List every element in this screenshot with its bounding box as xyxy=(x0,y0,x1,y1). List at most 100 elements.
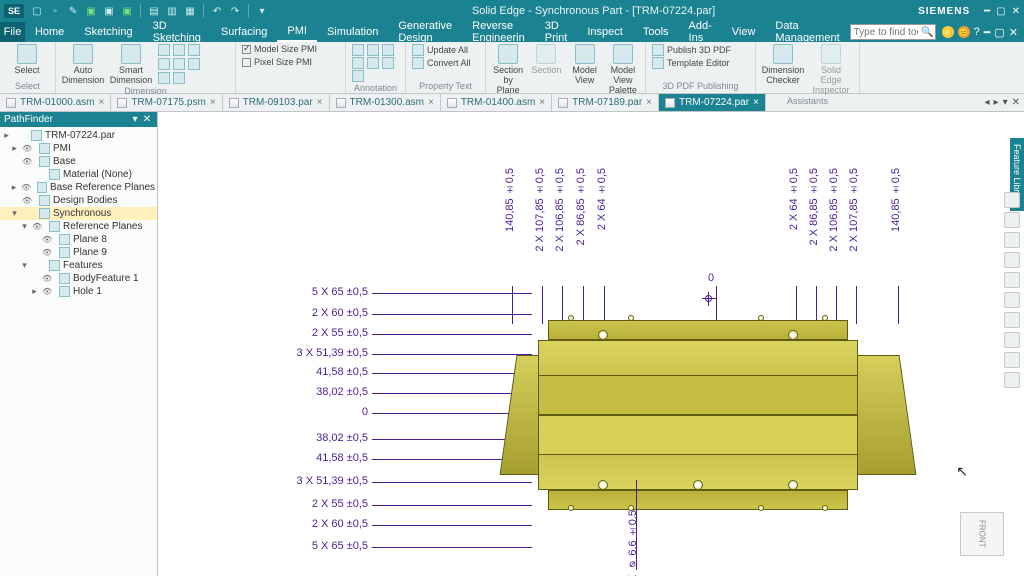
d8-icon[interactable] xyxy=(173,72,185,84)
menu-sketching[interactable]: Sketching xyxy=(74,22,142,42)
menu-addins[interactable]: Add-Ins xyxy=(679,22,722,42)
a6-icon[interactable] xyxy=(382,57,394,69)
tab-close-x-icon[interactable]: × xyxy=(646,97,652,108)
pathfinder-tree[interactable]: ▸TRM-07224.par▸👁PMI👁BaseMaterial (None)▸… xyxy=(0,127,157,300)
menu-file[interactable]: File xyxy=(0,22,25,42)
select-button[interactable]: Select xyxy=(6,44,48,75)
pf-node[interactable]: ▾Features xyxy=(0,259,157,272)
model-size-pmi-check[interactable]: Model Size PMI xyxy=(242,44,339,54)
search-icon[interactable]: 🔍 xyxy=(921,27,935,38)
twisty-icon[interactable]: ▸ xyxy=(10,143,19,154)
doc-tab[interactable]: TRM-01400.asm× xyxy=(441,94,552,111)
visibility-icon[interactable]: 👁 xyxy=(21,183,34,192)
pf-menu-icon[interactable]: ▾ xyxy=(129,114,141,125)
d7-icon[interactable] xyxy=(158,72,170,84)
d2-icon[interactable] xyxy=(173,44,185,56)
twisty-icon[interactable]: ▾ xyxy=(20,221,29,232)
pf-node[interactable]: 👁Plane 9 xyxy=(0,246,157,259)
a7-icon[interactable] xyxy=(352,70,364,82)
visibility-icon[interactable] xyxy=(32,261,46,270)
twisty-icon[interactable]: ▸ xyxy=(30,286,39,297)
a3-icon[interactable] xyxy=(382,44,394,56)
pf-node[interactable]: 👁Base xyxy=(0,155,157,168)
vtool-2[interactable] xyxy=(1004,212,1020,228)
vtool-6[interactable] xyxy=(1004,292,1020,308)
menu-pmi[interactable]: PMI xyxy=(277,22,317,42)
convert-all-button[interactable]: Convert All xyxy=(412,57,479,69)
twisty-icon[interactable]: ▾ xyxy=(20,260,29,271)
dimension-checker-button[interactable]: Dimension Checker xyxy=(762,44,804,85)
visibility-icon[interactable]: 👁 xyxy=(22,196,36,205)
visibility-icon[interactable]: 👁 xyxy=(42,248,56,257)
redo-icon[interactable]: ↷ xyxy=(228,4,242,18)
visibility-icon[interactable]: 👁 xyxy=(42,287,56,296)
a1-icon[interactable] xyxy=(352,44,364,56)
doc-tab[interactable]: TRM-07175.psm× xyxy=(111,94,222,111)
min2-icon[interactable]: ━ xyxy=(984,26,991,39)
twisty-icon[interactable]: ▸ xyxy=(10,182,18,193)
pathfinder-header[interactable]: PathFinder ▾ ✕ xyxy=(0,112,157,127)
tool-search[interactable]: 🔍 xyxy=(850,24,936,40)
tab-close-x-icon[interactable]: × xyxy=(210,97,216,108)
d4-icon[interactable] xyxy=(158,58,170,70)
emoji-happy-icon[interactable]: ☺ xyxy=(942,26,954,38)
search-input[interactable] xyxy=(851,27,921,38)
d6-icon[interactable] xyxy=(188,58,200,70)
menu-surfacing[interactable]: Surfacing xyxy=(211,22,277,42)
model-view-palette-button[interactable]: Model View Palette xyxy=(607,44,639,95)
pf-node[interactable]: ▸TRM-07224.par xyxy=(0,129,157,142)
menu-generative-design[interactable]: Generative Design xyxy=(388,22,462,42)
pixel-size-pmi-check[interactable]: Pixel Size PMI xyxy=(242,57,339,67)
close2-icon[interactable]: ✕ xyxy=(1009,26,1018,39)
doc-tab[interactable]: TRM-07189.par× xyxy=(552,94,659,111)
doc-tab[interactable]: TRM-01300.asm× xyxy=(330,94,441,111)
doc-tab[interactable]: TRM-07224.par× xyxy=(659,94,766,111)
pf-node[interactable]: 👁Design Bodies xyxy=(0,194,157,207)
emoji-neutral-icon[interactable]: 😐 xyxy=(958,26,970,38)
visibility-icon[interactable]: 👁 xyxy=(22,157,36,166)
model-view-button[interactable]: Model View xyxy=(569,44,601,85)
menu-tools[interactable]: Tools xyxy=(633,22,679,42)
doc-tab[interactable]: TRM-09103.par× xyxy=(223,94,330,111)
twisty-icon[interactable]: ▾ xyxy=(10,208,19,219)
pf-node[interactable]: ▾Synchronous xyxy=(0,207,157,220)
vtool-8[interactable] xyxy=(1004,332,1020,348)
vtool-3[interactable] xyxy=(1004,232,1020,248)
close-icon[interactable]: ✕ xyxy=(1012,6,1020,17)
green3-icon[interactable]: ▣ xyxy=(120,4,134,18)
menu-3d-sketching[interactable]: 3D Sketching xyxy=(143,22,211,42)
doc-tab[interactable]: TRM-01000.asm× xyxy=(0,94,111,111)
pf-node[interactable]: ▾👁Reference Planes xyxy=(0,220,157,233)
tab-close-x-icon[interactable]: × xyxy=(428,97,434,108)
menu-reverse-engineering[interactable]: Reverse Engineerin xyxy=(462,22,535,42)
pf-close-icon[interactable]: ✕ xyxy=(141,114,153,125)
vtool-9[interactable] xyxy=(1004,352,1020,368)
menu-inspect[interactable]: Inspect xyxy=(577,22,632,42)
visibility-icon[interactable] xyxy=(22,209,36,218)
update-all-button[interactable]: Update All xyxy=(412,44,479,56)
section-button[interactable]: Section xyxy=(530,44,562,75)
view-cube[interactable]: FRONT xyxy=(960,512,1004,556)
green2-icon[interactable]: ▣ xyxy=(102,4,116,18)
tab-next-icon[interactable]: ▸ xyxy=(994,97,999,108)
menu-home[interactable]: Home xyxy=(25,22,74,42)
d5-icon[interactable] xyxy=(173,58,185,70)
tab-prev-icon[interactable]: ◂ xyxy=(985,97,990,108)
pf-node[interactable]: 👁BodyFeature 1 xyxy=(0,272,157,285)
visibility-icon[interactable]: 👁 xyxy=(42,274,56,283)
menu-3d-print[interactable]: 3D Print xyxy=(535,22,578,42)
tab-close-icon[interactable]: ✕ xyxy=(1012,97,1020,108)
save-icon[interactable]: ✎ xyxy=(66,4,80,18)
publish-3d-pdf-button[interactable]: Publish 3D PDF xyxy=(652,44,749,56)
tab-close-x-icon[interactable]: × xyxy=(539,97,545,108)
maximize-icon[interactable]: ▢ xyxy=(996,6,1005,17)
vtool-1[interactable] xyxy=(1004,192,1020,208)
tab-close-x-icon[interactable]: × xyxy=(98,97,104,108)
visibility-icon[interactable]: 👁 xyxy=(32,222,46,231)
vtool-4[interactable] xyxy=(1004,252,1020,268)
a4-icon[interactable] xyxy=(352,57,364,69)
auto-dimension-button[interactable]: Auto Dimension xyxy=(62,44,104,85)
viewport[interactable]: Feature Library 5 X 65 ±0,52 X 60 ±0,52 … xyxy=(158,112,1024,576)
pf-node[interactable]: Material (None) xyxy=(0,168,157,181)
more-icon[interactable]: ▾ xyxy=(255,4,269,18)
